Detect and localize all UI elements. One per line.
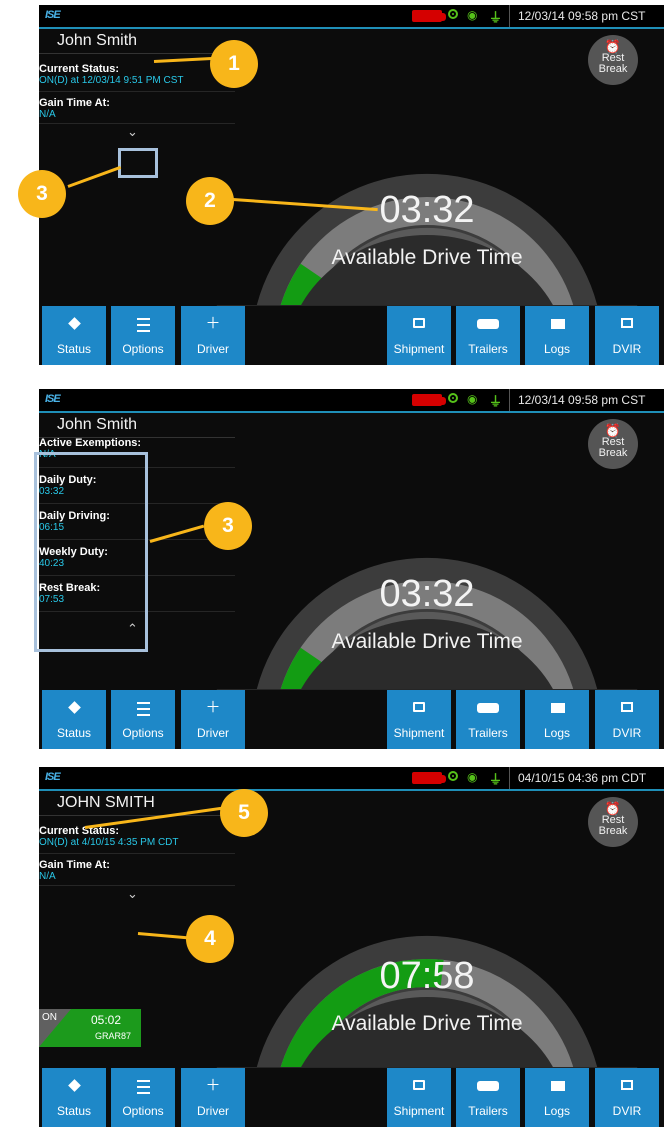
- callout-badge: 2: [186, 177, 234, 225]
- alarm-clock-icon: ⏰: [604, 801, 622, 816]
- status-diamond-icon: [42, 1068, 106, 1104]
- button-label: Shipment: [393, 726, 445, 740]
- callout-badge: 5: [220, 789, 268, 837]
- button-label: Driver: [197, 342, 229, 356]
- button-label: Shipment: [393, 1104, 445, 1118]
- shipment-button[interactable]: Shipment: [387, 1068, 451, 1127]
- available-drive-time: 03:32: [379, 189, 475, 231]
- shipment-box-icon: [387, 690, 451, 726]
- rest-break-label: Break: [598, 447, 628, 459]
- trailers-button[interactable]: Trailers: [456, 306, 520, 365]
- options-button[interactable]: Options: [111, 690, 175, 749]
- button-label: Logs: [543, 726, 571, 740]
- button-label: Status: [56, 342, 92, 356]
- plus-icon: ＋: [205, 699, 221, 716]
- button-label: Shipment: [393, 342, 445, 356]
- shipment-box-icon: [387, 1068, 451, 1104]
- rest-break-button[interactable]: ⏰ Rest Break: [588, 35, 638, 85]
- rest-break-label: Break: [598, 63, 628, 75]
- tile-code: GRAR87: [95, 1031, 132, 1041]
- screen-panel-1: ISE ◉ ⏚ 12/03/14 09:58 pm CST John Smith…: [39, 5, 664, 365]
- trailers-button[interactable]: Trailers: [456, 1068, 520, 1127]
- highlight-dropdown-toggle: [118, 148, 158, 178]
- rest-break-button[interactable]: ⏰ Rest Break: [588, 797, 638, 847]
- shipment-box-icon: [387, 306, 451, 342]
- status-button[interactable]: Status: [42, 690, 106, 749]
- available-drive-time-caption: Available Drive Time: [331, 1012, 523, 1035]
- button-label: Options: [122, 1104, 164, 1118]
- available-drive-time: 07:58: [379, 955, 475, 997]
- driver-button[interactable]: ＋ Driver: [181, 306, 245, 365]
- alarm-clock-icon: ⏰: [604, 423, 622, 438]
- options-list-icon: [111, 1068, 175, 1104]
- available-drive-time: 03:32: [379, 573, 475, 615]
- button-label: DVIR: [612, 726, 642, 740]
- rest-break-button[interactable]: ⏰ Rest Break: [588, 419, 638, 469]
- shipment-button[interactable]: Shipment: [387, 690, 451, 749]
- tile-time: 05:02: [91, 1013, 122, 1027]
- status-button[interactable]: Status: [42, 1068, 106, 1127]
- button-label: Options: [122, 726, 164, 740]
- tile-status: ON: [42, 1012, 57, 1023]
- plus-icon: ＋: [205, 315, 221, 332]
- callout-badge: 3: [204, 502, 252, 550]
- button-label: Status: [56, 726, 92, 740]
- logs-button[interactable]: Logs: [525, 690, 589, 749]
- available-drive-time-caption: Available Drive Time: [331, 630, 523, 653]
- dvir-button[interactable]: DVIR: [595, 306, 659, 365]
- options-list-icon: [111, 306, 175, 342]
- rest-break-label: Break: [598, 825, 628, 837]
- plus-icon: ＋: [205, 1077, 221, 1094]
- status-diamond-icon: [42, 690, 106, 726]
- callout-badge: 1: [210, 40, 258, 88]
- callout-badge: 4: [186, 915, 234, 963]
- dvir-button[interactable]: DVIR: [595, 1068, 659, 1127]
- available-drive-time-caption: Available Drive Time: [331, 246, 523, 269]
- button-label: DVIR: [612, 1104, 642, 1118]
- dvir-card-icon: [595, 690, 659, 726]
- status-diamond-icon: [42, 306, 106, 342]
- dvir-button[interactable]: DVIR: [595, 690, 659, 749]
- alarm-clock-icon: ⏰: [604, 39, 622, 54]
- options-button[interactable]: Options: [111, 306, 175, 365]
- button-label: Driver: [197, 726, 229, 740]
- dvir-card-icon: [595, 1068, 659, 1104]
- button-label: Logs: [543, 1104, 571, 1118]
- button-label: Logs: [543, 342, 571, 356]
- highlight-expanded-fields: [34, 452, 148, 652]
- trailer-icon: [456, 1068, 520, 1104]
- logbook-icon: [525, 690, 589, 726]
- callout-badge: 3: [18, 170, 66, 218]
- button-label: Options: [122, 342, 164, 356]
- logbook-icon: [525, 306, 589, 342]
- logbook-icon: [525, 1068, 589, 1104]
- button-label: Trailers: [468, 1104, 508, 1118]
- trailers-button[interactable]: Trailers: [456, 690, 520, 749]
- logs-button[interactable]: Logs: [525, 1068, 589, 1127]
- button-label: Status: [56, 1104, 92, 1118]
- driver-button[interactable]: ＋ Driver: [181, 690, 245, 749]
- status-button[interactable]: Status: [42, 306, 106, 365]
- button-label: Trailers: [468, 726, 508, 740]
- shipment-button[interactable]: Shipment: [387, 306, 451, 365]
- button-label: Trailers: [468, 342, 508, 356]
- options-button[interactable]: Options: [111, 1068, 175, 1127]
- logs-button[interactable]: Logs: [525, 306, 589, 365]
- button-label: DVIR: [612, 342, 642, 356]
- dvir-card-icon: [595, 306, 659, 342]
- driver-button[interactable]: ＋ Driver: [181, 1068, 245, 1127]
- duty-status-tile[interactable]: ON 05:02 GRAR87: [39, 1009, 141, 1047]
- trailer-icon: [456, 306, 520, 342]
- button-label: Driver: [197, 1104, 229, 1118]
- options-list-icon: [111, 690, 175, 726]
- trailer-icon: [456, 690, 520, 726]
